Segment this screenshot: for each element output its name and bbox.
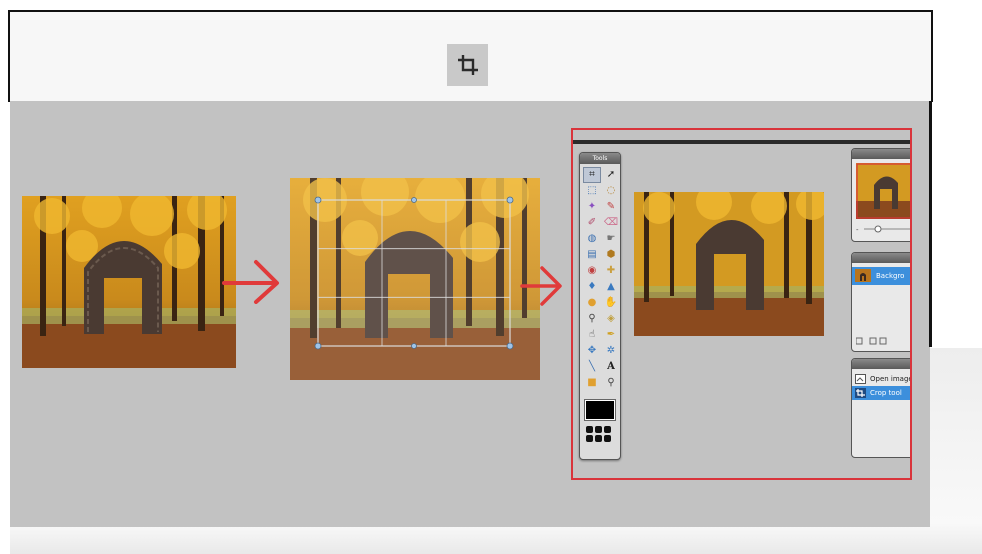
history-item-open-image[interactable]: Open image [852, 372, 912, 386]
eraser-icon[interactable]: ⌫ [603, 216, 619, 230]
stamp-icon[interactable]: ⬢ [603, 248, 619, 262]
step-arrow-icon [222, 260, 279, 304]
swatch-grid[interactable] [586, 426, 620, 442]
burn-icon[interactable]: ✋ [603, 296, 619, 310]
open-image-icon [855, 374, 866, 384]
original-photo [22, 196, 236, 368]
brush-icon[interactable]: ✐ [584, 216, 600, 230]
move-icon[interactable]: ➚ [603, 168, 619, 182]
cropped-result-photo [634, 192, 824, 336]
pencil-icon[interactable]: ✎ [603, 200, 619, 214]
tutorial-illustration: Tools ⌗ ➚ ⬚ ◌ ✦ ✎ ✐ ⌫ ◍ ☛ ▤ ⬢ ◉ ✚ ♦ ▲ ● ✋ ⚲ ◈ ☝ ✒ ✥ ✲ ╲ A ■ ⚲ [0, 0, 982, 554]
navigator-thumbnail [856, 163, 910, 219]
layers-panel: Backgro [851, 252, 910, 352]
sponge-icon[interactable]: ◈ [603, 312, 619, 326]
layer-name: Backgro [876, 272, 905, 280]
shape-icon[interactable]: ■ [584, 376, 600, 390]
app-menubar [573, 140, 910, 144]
zoom-wand-icon[interactable]: ⚲ [584, 312, 600, 326]
tools-palette-title: Tools [580, 153, 620, 164]
svg-text:-: - [856, 226, 859, 233]
crop-grid-photo [290, 178, 540, 380]
crop-icon [855, 388, 866, 398]
crop-icon[interactable]: ⌗ [583, 167, 601, 183]
pan-icon[interactable]: ✥ [584, 344, 600, 358]
crop-icon [457, 55, 478, 75]
wand-icon[interactable]: ✦ [584, 200, 600, 214]
hand-icon[interactable]: ☝ [584, 328, 600, 342]
lasso-icon[interactable]: ◌ [603, 184, 619, 198]
blur-icon[interactable]: ♦ [584, 280, 600, 294]
spotheal-icon[interactable]: ✚ [603, 264, 619, 278]
redeye-icon[interactable]: ◉ [584, 264, 600, 278]
editor-screenshot: Tools ⌗ ➚ ⬚ ◌ ✦ ✎ ✐ ⌫ ◍ ☛ ▤ ⬢ ◉ ✚ ♦ ▲ ● ✋ ⚲ ◈ ☝ ✒ ✥ ✲ ╲ A ■ ⚲ [571, 128, 912, 480]
history-item-label: Open image [870, 375, 912, 383]
layer-actions-icon[interactable] [856, 337, 900, 345]
smudge-icon[interactable]: ☛ [603, 232, 619, 246]
tool-grid: ⌗ ➚ ⬚ ◌ ✦ ✎ ✐ ⌫ ◍ ☛ ▤ ⬢ ◉ ✚ ♦ ▲ ● ✋ ⚲ ◈ ☝ ✒ ✥ ✲ ╲ A ■ ⚲ [580, 164, 620, 394]
history-item-crop-tool[interactable]: Crop tool [852, 386, 910, 400]
settings-icon[interactable]: ✲ [603, 344, 619, 358]
gradient-icon[interactable]: ▤ [584, 248, 600, 262]
line-icon[interactable]: ╲ [584, 360, 600, 374]
navigator-panel: - [851, 148, 912, 242]
tools-palette: Tools ⌗ ➚ ⬚ ◌ ✦ ✎ ✐ ⌫ ◍ ☛ ▤ ⬢ ◉ ✚ ♦ ▲ ● ✋ ⚲ ◈ ☝ ✒ ✥ ✲ ╲ A ■ ⚲ [579, 152, 621, 460]
foreground-color-swatch[interactable] [584, 399, 616, 421]
layers-panel-titlebar[interactable] [852, 253, 910, 263]
step-arrow-icon [520, 266, 562, 306]
frame-border-right [929, 101, 932, 347]
history-item-label: Crop tool [870, 389, 902, 397]
layer-row-background[interactable]: Backgro [852, 267, 910, 285]
navigator-panel-titlebar[interactable] [852, 149, 910, 159]
marquee-icon[interactable]: ⬚ [584, 184, 600, 198]
crop-tool-tile[interactable] [447, 44, 488, 86]
sharpen-icon[interactable]: ▲ [603, 280, 619, 294]
zoom-slider[interactable]: - [856, 225, 912, 233]
text-icon[interactable]: A [603, 360, 619, 374]
layer-thumbnail-icon [855, 269, 871, 282]
bucket-icon[interactable]: ◍ [584, 232, 600, 246]
history-panel-titlebar[interactable] [852, 359, 910, 369]
history-panel: Open image Crop tool [851, 358, 912, 458]
dodge-icon[interactable]: ● [584, 296, 600, 310]
zoom-icon[interactable]: ⚲ [603, 376, 619, 390]
colorpicker-icon[interactable]: ✒ [603, 328, 619, 342]
